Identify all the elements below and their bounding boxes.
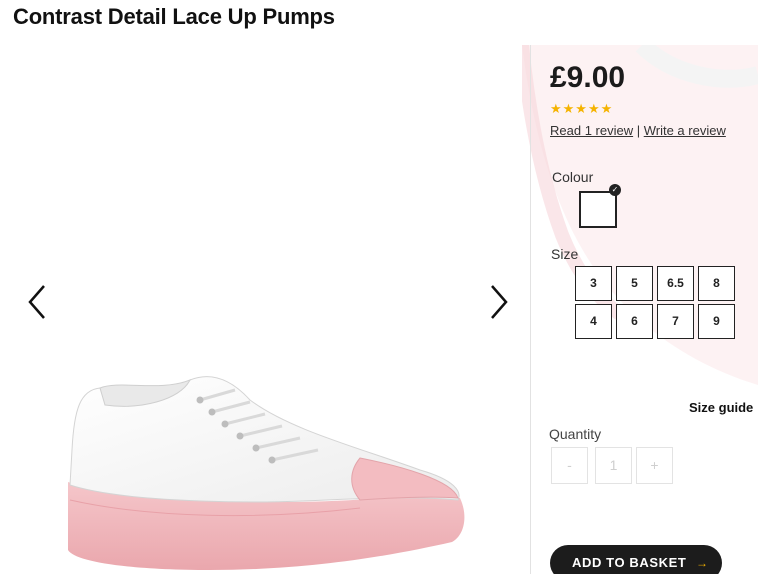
quantity-label: Quantity — [549, 426, 602, 442]
add-to-basket-label: ADD TO BASKET — [572, 555, 687, 570]
check-icon: ✓ — [609, 184, 621, 196]
size-option-6[interactable]: 6 — [616, 304, 653, 339]
arrow-right-icon: → — [696, 556, 709, 570]
size-option-4[interactable]: 4 — [575, 304, 612, 339]
size-option-6-5[interactable]: 6.5 — [657, 266, 694, 301]
size-label: Size — [551, 246, 579, 262]
add-to-basket-button[interactable]: ADD TO BASKET → — [550, 545, 722, 574]
size-option-9[interactable]: 9 — [698, 304, 735, 339]
quantity-increase-button[interactable]: + — [636, 447, 673, 484]
product-price: £9.00 — [550, 61, 626, 94]
write-review-link[interactable]: Write a review — [644, 123, 726, 138]
product-image — [68, 376, 465, 570]
rating-stars-icon: ★★★★★ — [550, 101, 614, 116]
size-option-7[interactable]: 7 — [657, 304, 694, 339]
colour-label: Colour — [552, 169, 594, 185]
colour-swatch-white[interactable] — [579, 191, 617, 228]
quantity-input[interactable]: 1 — [595, 447, 632, 484]
size-guide-link[interactable]: Size guide — [689, 400, 753, 415]
gallery-prev-button[interactable] — [22, 280, 52, 324]
review-separator: | — [633, 123, 644, 138]
chevron-left-icon — [28, 285, 45, 319]
review-links: Read 1 review | Write a review — [550, 123, 726, 138]
quantity-decrease-button[interactable]: - — [551, 447, 588, 484]
size-option-5[interactable]: 5 — [616, 266, 653, 301]
size-option-3[interactable]: 3 — [575, 266, 612, 301]
gallery-next-button[interactable] — [484, 280, 514, 324]
size-option-8[interactable]: 8 — [698, 266, 735, 301]
page-title: Contrast Detail Lace Up Pumps — [13, 4, 335, 29]
read-reviews-link[interactable]: Read 1 review — [550, 123, 633, 138]
product-info-panel: £9.00 ★★★★★ Read 1 review | Write a revi… — [531, 45, 758, 574]
chevron-right-icon — [491, 285, 508, 319]
